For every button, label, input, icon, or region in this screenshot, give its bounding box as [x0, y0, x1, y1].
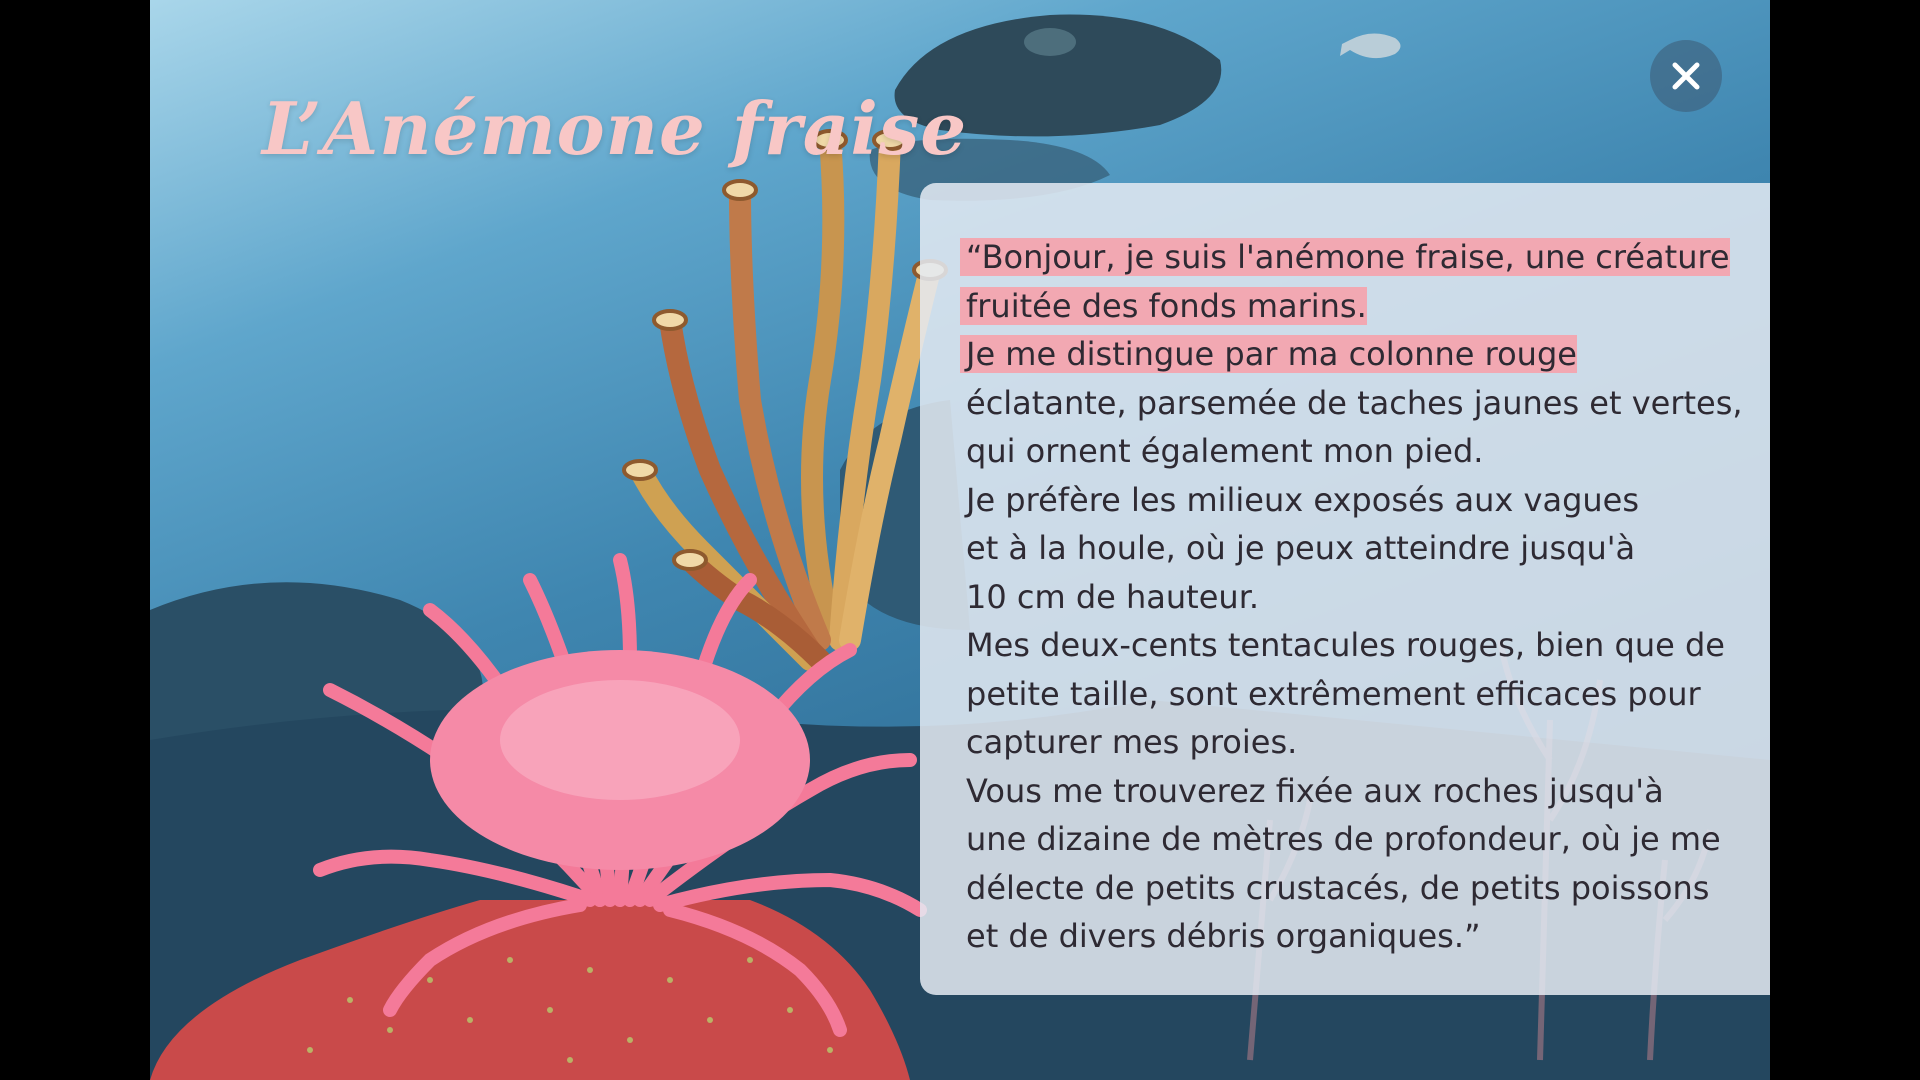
- text-line: “Bonjour, je suis l'anémone fraise, une …: [966, 233, 1748, 282]
- text-segment: Mes deux-cents tentacules rouges, bien q…: [966, 626, 1725, 664]
- text-line: éclatante, parsemée de taches jaunes et …: [966, 379, 1748, 428]
- text-segment: Vous me trouverez fixée aux roches jusqu…: [966, 771, 1664, 810]
- text-line: et à la houle, où je peux atteindre jusq…: [966, 524, 1748, 573]
- fish: [1340, 33, 1401, 59]
- text-line: 10 cm de hauteur.: [966, 573, 1748, 622]
- text-segment: petite taille, sont extrêmement efficace…: [966, 674, 1701, 713]
- text-line: Je me distingue par ma colonne rouge: [966, 330, 1748, 379]
- rock-top-spot: [1024, 28, 1076, 56]
- text-segment: une dizaine de mètres de profondeur, où …: [966, 820, 1721, 858]
- story-scene: L’Anémone fraise “Bonjour, je suis l'ané…: [150, 0, 1770, 1080]
- text-line: Vous me trouverez fixée aux roches jusqu…: [966, 767, 1748, 816]
- text-line: délecte de petits crustacés, de petits p…: [966, 864, 1748, 913]
- text-line: et de divers débris organiques.”: [966, 912, 1748, 961]
- text-line: fruitée des fonds marins.: [966, 282, 1748, 331]
- text-segment: délecte de petits crustacés, de petits p…: [966, 868, 1710, 907]
- close-icon: [1672, 62, 1700, 90]
- text-line: une dizaine de mètres de profondeur, où …: [966, 815, 1748, 864]
- description-panel: “Bonjour, je suis l'anémone fraise, une …: [920, 183, 1770, 995]
- text-segment: capturer mes proies.: [966, 723, 1298, 761]
- text-line: Je préfère les milieux exposés aux vague…: [966, 476, 1748, 525]
- text-line: Mes deux-cents tentacules rouges, bien q…: [966, 621, 1748, 670]
- page-title: L’Anémone fraise: [262, 86, 968, 171]
- text-segment: et de divers débris organiques.”: [966, 917, 1481, 955]
- text-segment: et à la houle, où je peux atteindre jusq…: [966, 529, 1636, 567]
- text-line: qui ornent également mon pied.: [966, 427, 1748, 476]
- text-line: capturer mes proies.: [966, 718, 1748, 767]
- text-segment: 10 cm de hauteur.: [966, 577, 1260, 616]
- text-segment: qui ornent également mon pied.: [966, 432, 1484, 470]
- text-segment: Je préfère les milieux exposés aux vague…: [966, 480, 1640, 519]
- text-segment: éclatante, parsemée de taches jaunes et …: [966, 383, 1743, 422]
- text-line: petite taille, sont extrêmement efficace…: [966, 670, 1748, 719]
- description-text: “Bonjour, je suis l'anémone fraise, une …: [966, 233, 1748, 961]
- close-button[interactable]: [1650, 40, 1722, 112]
- highlighted-text: fruitée des fonds marins.: [966, 286, 1367, 325]
- highlighted-text: “Bonjour, je suis l'anémone fraise, une …: [966, 238, 1730, 276]
- highlighted-text: Je me distingue par ma colonne rouge: [966, 335, 1577, 373]
